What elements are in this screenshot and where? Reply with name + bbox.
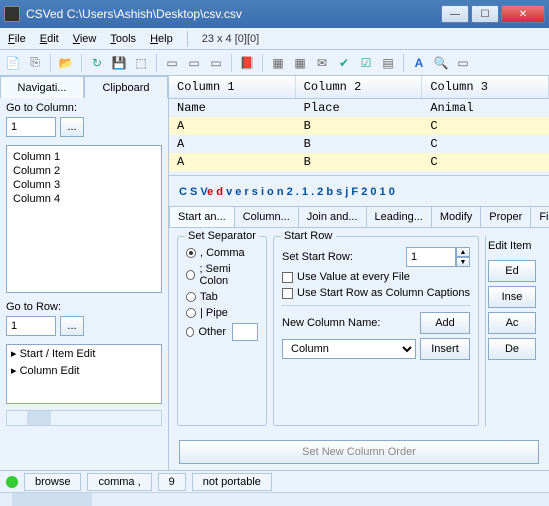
search-icon[interactable]: 🔍 (432, 54, 450, 72)
open-icon[interactable]: 📂 (57, 54, 75, 72)
goto-column-input[interactable] (6, 117, 56, 137)
menu-file[interactable]: File (8, 33, 26, 45)
edit-item-panel: Edit Item Ed Inse Ac De (485, 236, 541, 426)
setrow-label: Set Start Row: (282, 251, 402, 263)
tab-column[interactable]: Column... (234, 206, 299, 227)
grid1-icon[interactable]: ▦ (269, 54, 287, 72)
chk-use-caption[interactable]: Use Start Row as Column Captions (282, 285, 470, 301)
add-button[interactable]: Add (420, 312, 470, 334)
sidebar-hscroll[interactable] (6, 410, 162, 426)
menu-view[interactable]: View (73, 33, 97, 45)
edit-btn4[interactable]: De (488, 338, 536, 360)
greencheck-icon[interactable]: ☑ (357, 54, 375, 72)
tab-leading[interactable]: Leading... (366, 206, 432, 227)
list-item[interactable]: Column 1 (11, 150, 157, 164)
bottom-hscroll[interactable] (0, 492, 549, 506)
tab-join[interactable]: Join and... (298, 206, 367, 227)
version-banner: C S Ve d v e r s i o n 2 . 1 . 2 b s j F… (169, 176, 549, 206)
data-grid[interactable]: Column 1 Column 2 Column 3 NamePlaceAnim… (169, 76, 549, 176)
edit-btn2[interactable]: Inse (488, 286, 536, 308)
radio-pipe[interactable]: | Pipe (186, 305, 258, 321)
sheet-icon[interactable]: ▤ (379, 54, 397, 72)
column-header[interactable]: Column 2 (296, 76, 423, 98)
radio-semicolon[interactable]: ; Semi Colon (186, 261, 258, 289)
goto-row-button[interactable]: ... (60, 316, 84, 336)
sidebar: Navigati... Clipboard Go to Column: ... … (0, 76, 169, 470)
tab-start[interactable]: Start an... (169, 206, 235, 227)
content: Column 1 Column 2 Column 3 NamePlaceAnim… (169, 76, 549, 470)
newcol-label: New Column Name: (282, 317, 416, 329)
tab-clipboard[interactable]: Clipboard (84, 76, 168, 98)
window-title: CSVed C:\Users\Ashish\Desktop\csv.csv (26, 7, 441, 21)
minimize-button[interactable]: — (441, 5, 469, 23)
tab-proper[interactable]: Proper (480, 206, 531, 227)
stepper-down[interactable]: ▼ (456, 257, 470, 267)
statusbar: browse comma , 9 not portable (0, 470, 549, 492)
status-dot-icon (6, 476, 18, 488)
column-header[interactable]: Column 1 (169, 76, 296, 98)
status-separator: comma , (87, 473, 151, 491)
status-portable: not portable (192, 473, 272, 491)
column-header[interactable]: Column 3 (422, 76, 549, 98)
insert-button[interactable]: Insert (420, 338, 470, 360)
titlebar: CSVed C:\Users\Ashish\Desktop\csv.csv — … (0, 0, 549, 28)
set-column-order-button[interactable]: Set New Column Order (179, 440, 539, 464)
menu-tools[interactable]: Tools (110, 33, 136, 45)
tree-item[interactable]: ▸ Column Edit (7, 362, 161, 379)
newcol-select[interactable]: Column (282, 339, 416, 359)
separator-fieldset: Set Separator , Comma ; Semi Colon Tab |… (177, 236, 267, 426)
check-icon[interactable]: ✔ (335, 54, 353, 72)
tree-list[interactable]: ▸ Start / Item Edit ▸ Column Edit (6, 344, 162, 404)
startrow-fieldset: Start Row Set Start Row: ▲▼ Use Value at… (273, 236, 479, 426)
edit-btn3[interactable]: Ac (488, 312, 536, 334)
action1-icon[interactable]: ▭ (163, 54, 181, 72)
action3-icon[interactable]: ▭ (207, 54, 225, 72)
tab-modify[interactable]: Modify (431, 206, 481, 227)
toolbar: 📄 ⎘ 📂 ↻ 💾 ⬚ ▭ ▭ ▭ 📕 ▦ ▦ ✉ ✔ ☑ ▤ A 🔍 ▭ (0, 50, 549, 76)
tab-navigation[interactable]: Navigati... (0, 76, 84, 98)
action2-icon[interactable]: ▭ (185, 54, 203, 72)
list-item[interactable]: Column 2 (11, 164, 157, 178)
menu-edit[interactable]: Edit (40, 33, 59, 45)
stepper-up[interactable]: ▲ (456, 247, 470, 257)
chk-use-every[interactable]: Use Value at every File (282, 269, 470, 285)
new-icon[interactable]: 📄 (4, 54, 22, 72)
tree-item[interactable]: ▸ Start / Item Edit (7, 345, 161, 362)
saveall-icon[interactable]: ⬚ (132, 54, 150, 72)
radio-tab[interactable]: Tab (186, 289, 258, 305)
extra-icon[interactable]: ▭ (454, 54, 472, 72)
menubar: File Edit View Tools Help 23 x 4 [0][0] (0, 28, 549, 50)
goto-row-label: Go to Row: (6, 301, 162, 313)
sub-tabs: Start an... Column... Join and... Leadin… (169, 206, 549, 228)
status-char: 9 (158, 473, 186, 491)
status-mode: browse (24, 473, 81, 491)
close-button[interactable]: ✕ (501, 5, 545, 23)
save-icon[interactable]: 💾 (110, 54, 128, 72)
menu-help[interactable]: Help (150, 33, 173, 45)
column-list[interactable]: Column 1 Column 2 Column 3 Column 4 (6, 145, 162, 293)
book-icon[interactable]: 📕 (238, 54, 256, 72)
edit-item-legend: Edit Item (486, 236, 541, 256)
goto-column-button[interactable]: ... (60, 117, 84, 137)
radio-other[interactable]: Other (186, 321, 258, 343)
tab-filter[interactable]: Filter a... (530, 206, 549, 227)
menu-status: 23 x 4 [0][0] (202, 33, 259, 45)
app-icon (4, 6, 20, 22)
mail-icon[interactable]: ✉ (313, 54, 331, 72)
grid2-icon[interactable]: ▦ (291, 54, 309, 72)
menu-separator (187, 31, 188, 47)
list-item[interactable]: Column 3 (11, 178, 157, 192)
maximize-button[interactable]: ☐ (471, 5, 499, 23)
setrow-input[interactable] (406, 247, 456, 267)
refresh-icon[interactable]: ↻ (88, 54, 106, 72)
edit-btn1[interactable]: Ed (488, 260, 536, 282)
copy-icon[interactable]: ⎘ (26, 54, 44, 72)
other-sep-input[interactable] (232, 323, 258, 341)
goto-row-input[interactable] (6, 316, 56, 336)
list-item[interactable]: Column 4 (11, 192, 157, 206)
font-icon[interactable]: A (410, 54, 428, 72)
radio-comma[interactable]: , Comma (186, 245, 258, 261)
goto-column-label: Go to Column: (6, 102, 162, 114)
